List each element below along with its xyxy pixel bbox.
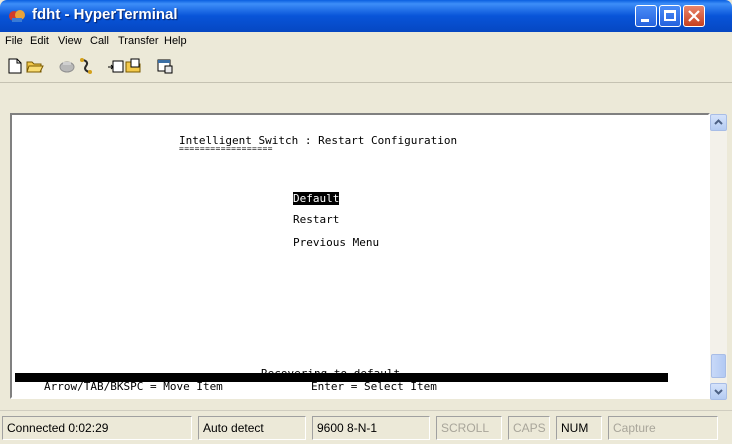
disconnect-icon[interactable]: [77, 58, 95, 74]
menu-call[interactable]: Call: [90, 35, 109, 47]
scroll-up-button[interactable]: [710, 114, 727, 131]
window-title: fdht - HyperTerminal: [32, 6, 178, 23]
maximize-icon: [664, 10, 676, 21]
menu-option-restart[interactable]: Restart: [293, 213, 339, 226]
new-icon[interactable]: [6, 58, 24, 74]
help-navigation: Arrow/TAB/BKSPC = Move Item: [44, 380, 223, 393]
menu-file[interactable]: File: [5, 35, 23, 47]
heading-underline: ==================: [179, 144, 273, 153]
capture-indicator: Capture: [608, 416, 718, 440]
caps-indicator: CAPS: [508, 416, 550, 440]
help-select: Enter = Select Item: [311, 380, 437, 393]
maximize-button[interactable]: [659, 5, 681, 27]
hyperterminal-icon: [9, 10, 25, 22]
properties-icon[interactable]: [156, 58, 174, 74]
menu-option-default[interactable]: Default: [293, 192, 340, 205]
connect-icon[interactable]: [58, 58, 76, 74]
send-icon[interactable]: [107, 58, 125, 74]
port-settings: 9600 8-N-1: [312, 416, 430, 440]
status-message: Recovering to default.: [261, 367, 407, 380]
connection-status: Connected 0:02:29: [2, 416, 192, 440]
menu-bar: File Edit View Call Transfer Help: [0, 32, 732, 52]
chevron-down-icon: [714, 389, 723, 395]
minimize-icon: [641, 19, 649, 22]
menu-transfer[interactable]: Transfer: [118, 35, 159, 47]
receive-icon[interactable]: [125, 58, 143, 74]
toolbar: [0, 52, 732, 83]
minimize-button[interactable]: [635, 5, 657, 27]
terminal-detect: Auto detect: [198, 416, 306, 440]
terminal-screen[interactable]: [10, 113, 710, 399]
chevron-up-icon: [714, 119, 723, 125]
menu-option-previous[interactable]: Previous Menu: [293, 236, 379, 249]
status-bar: Connected 0:02:29 Auto detect 9600 8-N-1…: [0, 410, 732, 444]
close-button[interactable]: [683, 5, 705, 27]
menu-help[interactable]: Help: [164, 35, 187, 47]
title-bar[interactable]: fdht - HyperTerminal: [0, 0, 732, 32]
vertical-scrollbar[interactable]: [710, 114, 727, 400]
menu-view[interactable]: View: [58, 35, 82, 47]
scroll-down-button[interactable]: [710, 383, 727, 400]
num-indicator: NUM: [556, 416, 602, 440]
scroll-thumb[interactable]: [711, 354, 726, 378]
close-icon: [688, 10, 700, 22]
scroll-indicator: SCROLL: [436, 416, 502, 440]
menu-edit[interactable]: Edit: [30, 35, 49, 47]
open-icon[interactable]: [26, 58, 44, 74]
